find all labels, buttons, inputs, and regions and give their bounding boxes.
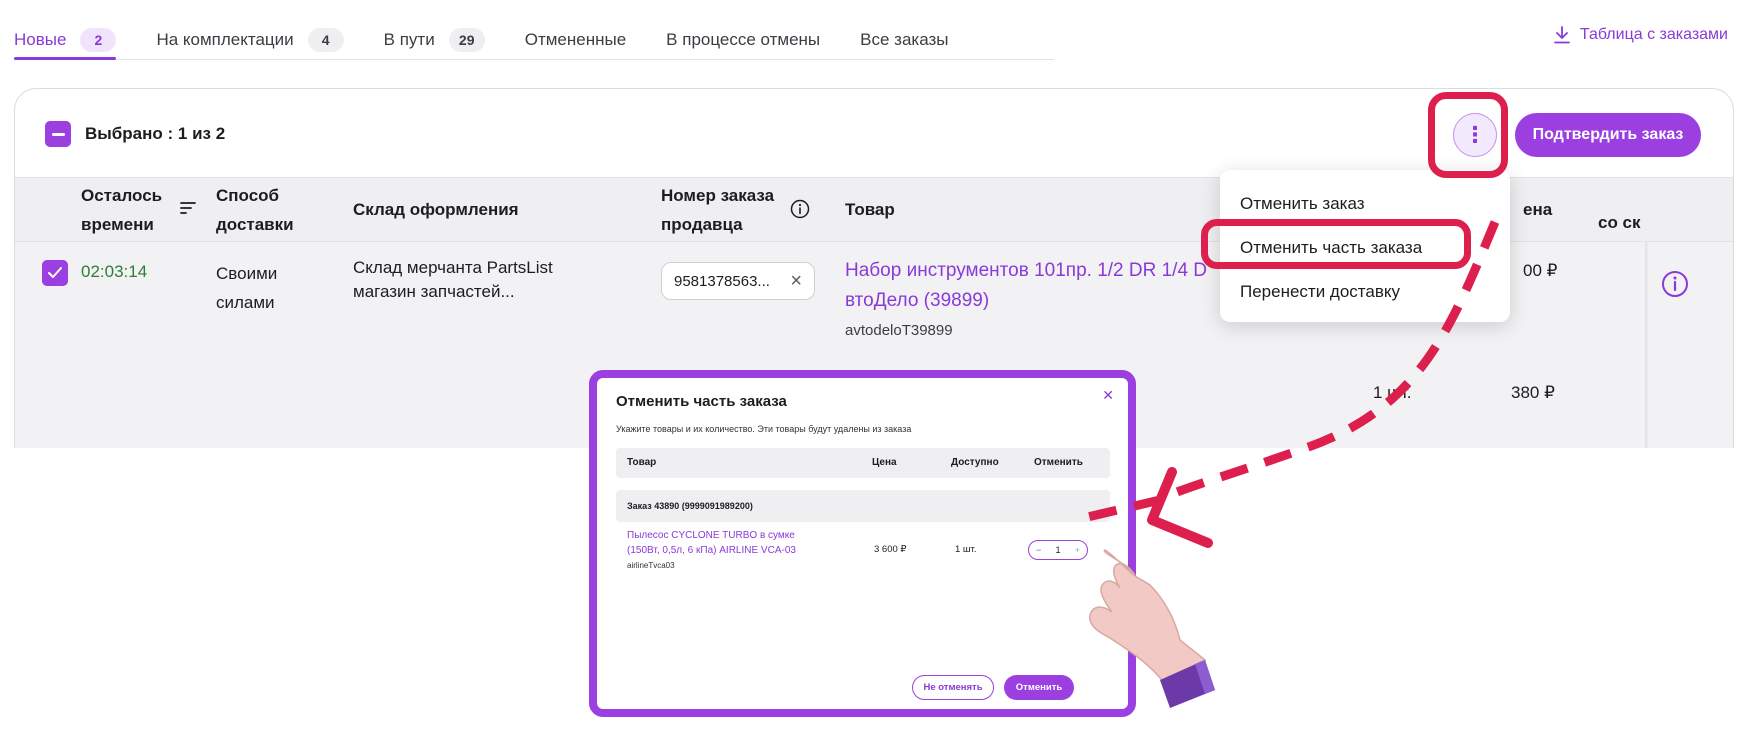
- col-cancel: Отменить: [1034, 457, 1083, 468]
- product-link[interactable]: Набор инструментов 101пр. 1/2 DR 1/4 D в…: [845, 256, 1207, 316]
- time-left: 02:03:14: [81, 262, 148, 281]
- col-product: Товар: [627, 457, 657, 468]
- confirm-order-button[interactable]: Подтвердить заказ: [1515, 113, 1701, 157]
- modal-table-header: Товар Цена Доступно Отменить: [616, 448, 1110, 478]
- warehouse-name: Склад мерчанта PartsList магазин запчаст…: [353, 256, 553, 304]
- col-label: доставки: [216, 215, 294, 234]
- col-product: Товар: [845, 200, 895, 219]
- price-secondary: 380 ₽: [1511, 383, 1555, 402]
- tab-in-transit[interactable]: В пути 29: [384, 18, 485, 58]
- col-label: времени: [81, 215, 154, 234]
- info-icon[interactable]: [790, 199, 810, 219]
- partial-cancel-modal: Отменить часть заказа ✕ Укажите товары и…: [589, 370, 1136, 717]
- product-name-line: втоДело (39899): [845, 290, 990, 311]
- product-cell: Набор инструментов 101пр. 1/2 DR 1/4 D в…: [845, 256, 1207, 345]
- modal-available: 1 шт.: [955, 544, 977, 555]
- close-icon[interactable]: ✕: [1102, 387, 1114, 404]
- modal-product-sku: airlineTvca03: [627, 561, 675, 570]
- col-label: Номер заказа: [661, 186, 775, 205]
- tab-label: Отмененные: [524, 30, 627, 49]
- col-available: Доступно: [951, 457, 999, 468]
- more-actions-button[interactable]: ⋮: [1453, 113, 1497, 157]
- modal-price: 3 600 ₽: [874, 544, 907, 555]
- export-label: Таблица с заказами: [1579, 26, 1728, 43]
- plus-icon[interactable]: +: [1075, 545, 1080, 555]
- col-warehouse: Склад оформления: [353, 200, 519, 219]
- product-name-line: Набор инструментов 101пр. 1/2 DR 1/4 D: [845, 260, 1208, 281]
- more-vertical-icon: ⋮: [1464, 122, 1486, 147]
- scroll-shadow: [1645, 242, 1649, 448]
- modal-title: Отменить часть заказа: [616, 393, 787, 410]
- tab-count-badge: 4: [307, 28, 344, 52]
- col-label: Способ: [216, 186, 280, 205]
- stepper-value: 1: [1055, 545, 1061, 555]
- minus-icon[interactable]: −: [1036, 545, 1041, 555]
- cell-text: магазин запчастей...: [353, 282, 515, 301]
- tab-new[interactable]: Новые 2: [14, 18, 117, 60]
- modal-product-row: Пылесос CYCLONE TURBO в сумке (150Вт, 0,…: [616, 528, 1110, 578]
- tab-all-orders[interactable]: Все заказы: [860, 18, 948, 58]
- delivery-method: Своими силами: [216, 259, 277, 317]
- actions-menu: Отменить заказ Отменить часть заказа Пер…: [1220, 170, 1510, 322]
- row-checkbox[interactable]: [42, 260, 68, 286]
- tab-label: На комплектации: [156, 30, 294, 49]
- modal-order-group: Заказ 43890 (9999091989200): [616, 490, 1110, 522]
- clear-icon[interactable]: ×: [790, 270, 802, 293]
- menu-reschedule-delivery[interactable]: Перенести доставку: [1220, 270, 1510, 314]
- arrow-head-icon: [1147, 467, 1213, 548]
- info-icon[interactable]: [1661, 270, 1689, 298]
- menu-cancel-order[interactable]: Отменить заказ: [1220, 182, 1510, 226]
- tab-label: В процессе отмены: [666, 30, 821, 49]
- quantity-stepper[interactable]: − 1 +: [1028, 540, 1088, 560]
- download-icon: [1553, 26, 1570, 44]
- col-discount-price: со ск: [1598, 213, 1641, 232]
- col-label: продавца: [661, 215, 743, 234]
- tab-cancelling[interactable]: В процессе отмены: [666, 18, 820, 58]
- sort-icon[interactable]: [180, 201, 196, 215]
- selected-count: Выбрано : 1 из 2: [85, 124, 226, 143]
- tab-label: В пути: [383, 30, 435, 49]
- tab-packing[interactable]: На комплектации 4: [156, 18, 344, 58]
- menu-cancel-partial[interactable]: Отменить часть заказа: [1220, 226, 1510, 270]
- minus-icon: [51, 132, 65, 136]
- select-all-checkbox[interactable]: [45, 121, 71, 147]
- cancel-confirm-button[interactable]: Отменить: [1004, 675, 1074, 700]
- cell-text: силами: [216, 293, 275, 312]
- tab-cancelled[interactable]: Отмененные: [525, 18, 626, 58]
- bulk-actions-bar: Выбрано : 1 из 2 ⋮ Подтвердить заказ: [15, 89, 1733, 177]
- col-label: Осталось: [81, 186, 163, 205]
- check-icon: [48, 267, 62, 278]
- quantity: 1 шт.: [1373, 383, 1412, 402]
- modal-product-link[interactable]: Пылесос CYCLONE TURBO в сумке (150Вт, 0,…: [627, 528, 812, 558]
- cell-text: Склад мерчанта PartsList: [353, 258, 553, 277]
- tab-count-badge: 29: [448, 28, 485, 52]
- cell-text: Своими: [216, 264, 278, 283]
- col-seller-number: Номер заказа продавца: [661, 181, 774, 239]
- tab-count-badge: 2: [80, 28, 117, 52]
- col-price: Цена: [872, 457, 897, 468]
- col-price: ена: [1523, 200, 1553, 219]
- keep-button[interactable]: Не отменять: [912, 675, 994, 700]
- tab-label: Новые: [14, 30, 67, 49]
- seller-order-number-field[interactable]: 9581378563... ×: [661, 262, 815, 300]
- export-orders-link[interactable]: Таблица с заказами: [1553, 26, 1728, 44]
- product-sku: avtodeloT39899: [845, 322, 953, 339]
- status-tabs: Новые 2 На комплектации 4 В пути 29 Отме…: [14, 18, 1054, 60]
- tab-label: Все заказы: [860, 30, 949, 49]
- seller-order-number: 9581378563...: [674, 272, 770, 290]
- col-time-left[interactable]: Осталось времени: [81, 181, 162, 239]
- price: 00 ₽: [1523, 261, 1558, 280]
- modal-subtitle: Укажите товары и их количество. Эти това…: [616, 424, 912, 434]
- col-delivery: Способ доставки: [216, 181, 294, 239]
